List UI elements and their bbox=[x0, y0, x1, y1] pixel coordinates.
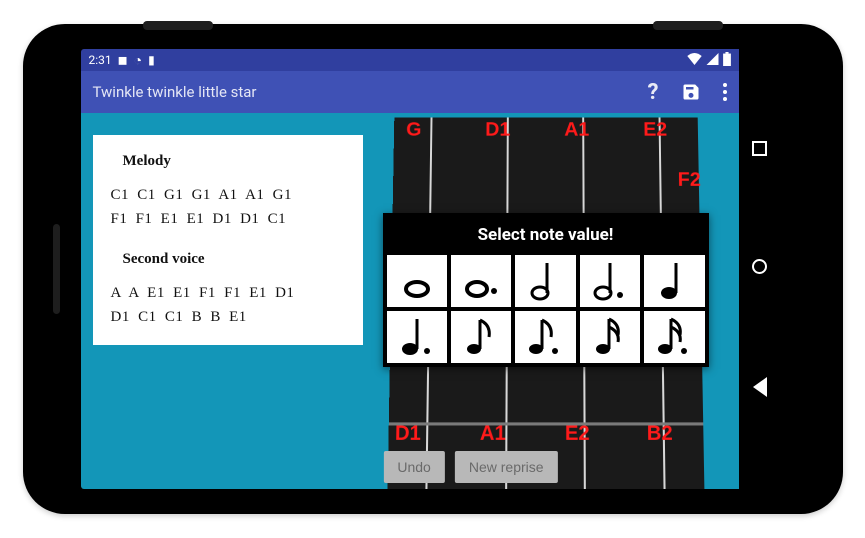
android-nav-bar bbox=[739, 49, 781, 489]
status-left: 2:31 ◼ ◔ ▮ bbox=[89, 52, 155, 69]
note-quarter[interactable] bbox=[644, 255, 704, 307]
new-reprise-button[interactable]: New reprise bbox=[455, 451, 558, 483]
fret-label-e2: E2 bbox=[643, 119, 667, 141]
note-sixteenth[interactable] bbox=[580, 311, 640, 363]
dialog-title: Select note value! bbox=[383, 213, 709, 255]
fret-label-d1: D1 bbox=[485, 119, 510, 141]
fret-label-a1: A1 bbox=[564, 119, 589, 141]
note-whole[interactable] bbox=[387, 255, 447, 307]
speaker-grille bbox=[53, 224, 60, 314]
melody-line-1: C1 C1 G1 G1 A1 A1 G1 bbox=[111, 183, 347, 207]
note-value-grid bbox=[383, 255, 709, 367]
app-bar: Twinkle twinkle little star ? bbox=[81, 71, 739, 113]
undo-button[interactable]: Undo bbox=[383, 451, 444, 483]
battery-saver-icon: ▮ bbox=[148, 53, 155, 67]
fret-label-f2: F2 bbox=[677, 169, 700, 191]
note-dotted-sixteenth[interactable] bbox=[644, 311, 704, 363]
melody-heading: Melody bbox=[123, 149, 347, 173]
save-icon[interactable] bbox=[681, 82, 701, 102]
status-bar: 2:31 ◼ ◔ ▮ bbox=[81, 49, 739, 71]
note-value-dialog: Select note value! bbox=[383, 213, 709, 367]
app-notification-icon: ◔ bbox=[134, 52, 142, 69]
wifi-icon bbox=[687, 53, 702, 68]
notification-icon: ◼ bbox=[118, 53, 128, 67]
status-clock: 2:31 bbox=[89, 53, 112, 67]
device-frame: 2:31 ◼ ◔ ▮ bbox=[23, 24, 843, 514]
second-voice-line-2: D1 C1 C1 B B E1 bbox=[111, 305, 347, 329]
note-dotted-half[interactable] bbox=[580, 255, 640, 307]
note-eighth[interactable] bbox=[451, 311, 511, 363]
melody-card: Melody C1 C1 G1 G1 A1 A1 G1 F1 F1 E1 E1 … bbox=[93, 135, 363, 345]
app-title: Twinkle twinkle little star bbox=[93, 83, 257, 101]
note-half[interactable] bbox=[515, 255, 575, 307]
back-icon[interactable] bbox=[753, 377, 767, 397]
app-bar-actions: ? bbox=[648, 80, 727, 105]
melody-line-2: F1 F1 E1 E1 D1 D1 C1 bbox=[111, 207, 347, 231]
battery-icon bbox=[723, 52, 731, 69]
note-dotted-quarter[interactable] bbox=[387, 311, 447, 363]
status-right bbox=[687, 52, 731, 69]
fret-label-b-a1: A1 bbox=[479, 423, 505, 447]
cell-signal-icon bbox=[706, 53, 719, 68]
second-voice-heading: Second voice bbox=[123, 247, 347, 271]
fret-label-b-e2: E2 bbox=[564, 423, 589, 447]
help-icon[interactable]: ? bbox=[648, 80, 659, 105]
screen: 2:31 ◼ ◔ ▮ bbox=[81, 49, 781, 489]
note-dotted-eighth[interactable] bbox=[515, 311, 575, 363]
bottom-buttons: Undo New reprise bbox=[383, 451, 557, 483]
note-dotted-whole[interactable] bbox=[451, 255, 511, 307]
second-voice-line-1: A A E1 E1 F1 F1 E1 D1 bbox=[111, 281, 347, 305]
fret-label-g: G bbox=[406, 119, 422, 141]
overflow-menu-icon[interactable] bbox=[723, 83, 727, 101]
app-body: Melody C1 C1 G1 G1 A1 A1 G1 F1 F1 E1 E1 … bbox=[81, 113, 739, 489]
fret-label-b-d1: D1 bbox=[394, 423, 420, 447]
fret-label-b-b2: B2 bbox=[646, 423, 672, 447]
recent-apps-icon[interactable] bbox=[752, 141, 767, 156]
home-icon[interactable] bbox=[752, 259, 767, 274]
screen-content: 2:31 ◼ ◔ ▮ bbox=[81, 49, 739, 489]
